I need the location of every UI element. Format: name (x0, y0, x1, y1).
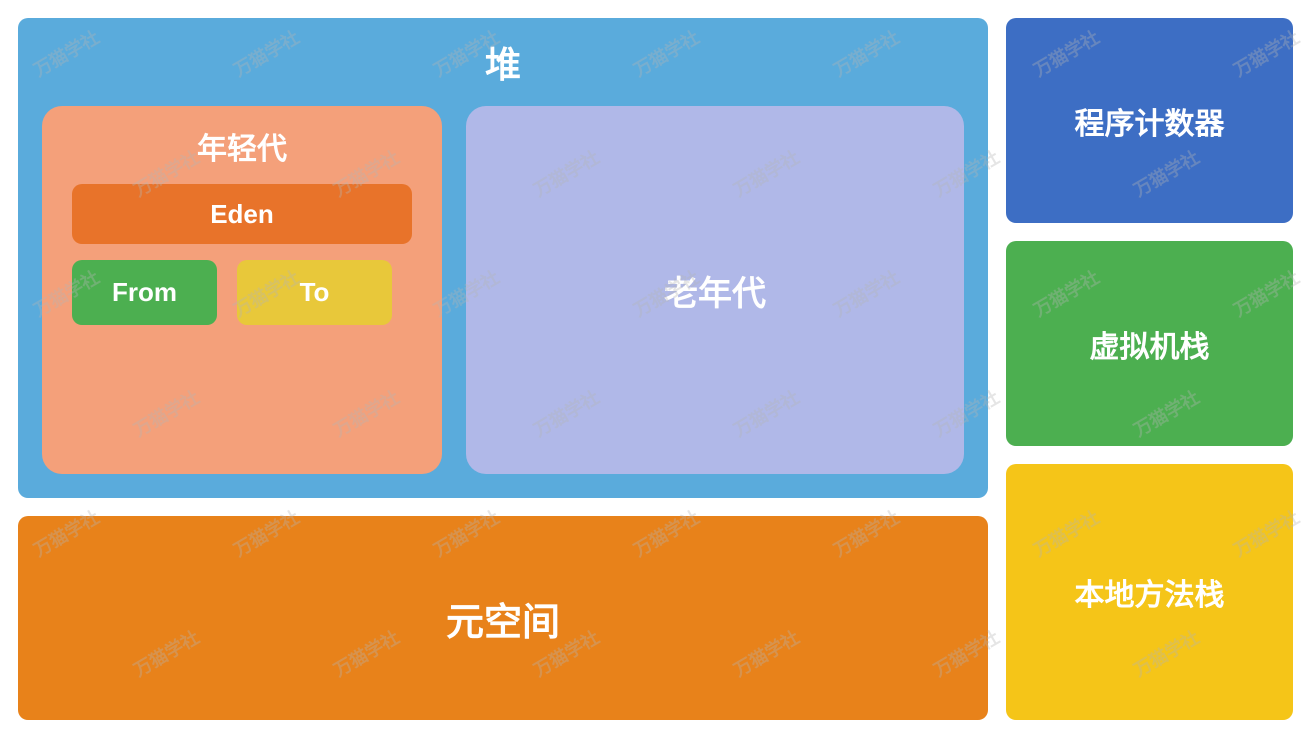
heap-title: 堆 (42, 36, 964, 88)
eden-label: Eden (210, 199, 274, 230)
metaspace-title: 元空间 (446, 591, 560, 646)
young-gen-title: 年轻代 (197, 124, 287, 168)
left-column: 堆 年轻代 Eden From To (18, 18, 988, 720)
heap-box: 堆 年轻代 Eden From To (18, 18, 988, 498)
heap-inner: 年轻代 Eden From To 老年代 (42, 106, 964, 474)
vm-stack-box: 虚拟机栈 (1006, 241, 1293, 446)
program-counter-title: 程序计数器 (1075, 99, 1225, 143)
native-method-title: 本地方法栈 (1075, 570, 1225, 614)
old-gen-box: 老年代 (466, 106, 964, 474)
from-box: From (72, 260, 217, 325)
eden-box: Eden (72, 184, 412, 244)
to-label: To (300, 277, 330, 308)
native-method-box: 本地方法栈 (1006, 464, 1293, 720)
right-column: 程序计数器 虚拟机栈 本地方法栈 (1006, 18, 1293, 720)
from-label: From (112, 277, 177, 308)
survivor-row: From To (72, 260, 412, 325)
program-counter-box: 程序计数器 (1006, 18, 1293, 223)
metaspace-box: 元空间 (18, 516, 988, 720)
old-gen-title: 老年代 (664, 266, 766, 315)
to-box: To (237, 260, 392, 325)
young-gen-box: 年轻代 Eden From To (42, 106, 442, 474)
vm-stack-title: 虚拟机栈 (1090, 322, 1210, 366)
